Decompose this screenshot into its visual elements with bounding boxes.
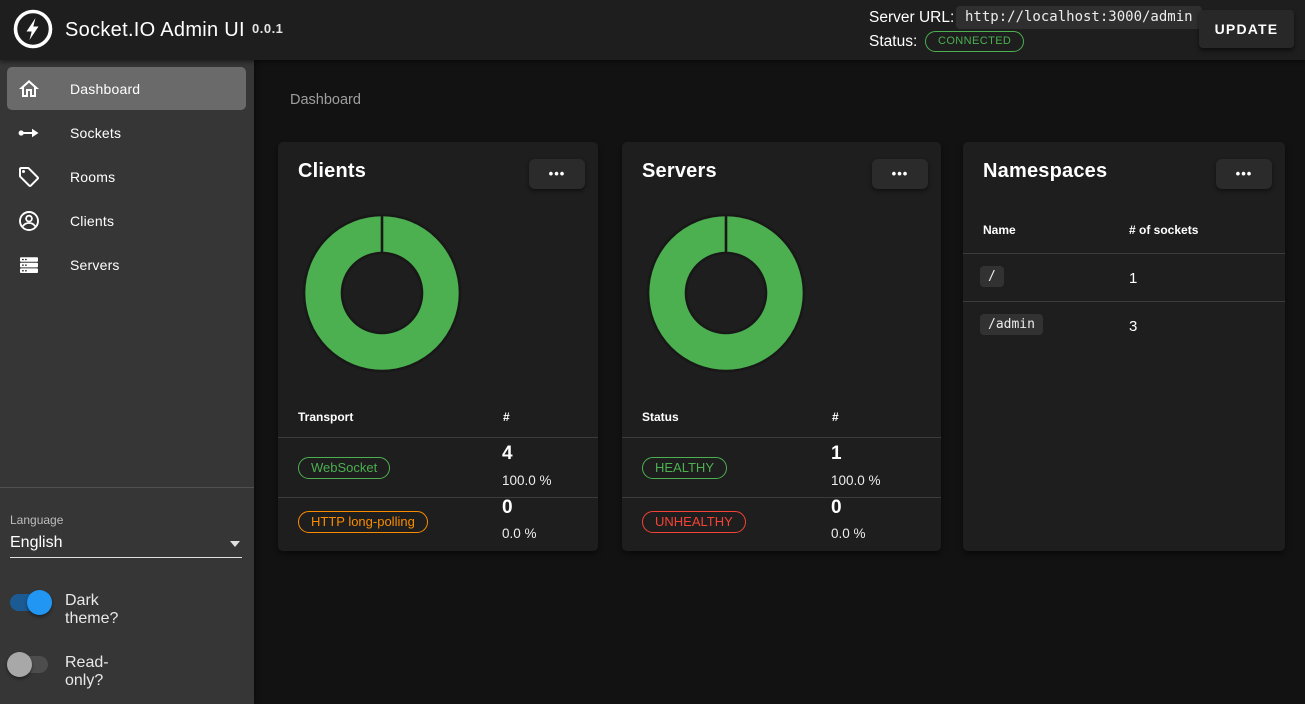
socket-count: 1 bbox=[1129, 270, 1137, 287]
app-version: 0.0.1 bbox=[252, 21, 283, 36]
status-badge: HEALTHY bbox=[642, 457, 727, 479]
column-header: # of sockets bbox=[1129, 223, 1198, 237]
sidebar-item-sockets[interactable]: Sockets bbox=[7, 111, 246, 154]
clients-donut-chart bbox=[302, 213, 462, 373]
sidebar-item-label: Sockets bbox=[70, 125, 121, 141]
server-url-value[interactable]: http://localhost:3000/admin bbox=[956, 6, 1202, 29]
row-percent: 0.0 % bbox=[831, 526, 866, 541]
clients-card: Clients ••• Transport # WebSocket 4 100.… bbox=[278, 142, 598, 551]
row-divider bbox=[963, 301, 1285, 302]
status-badge: CONNECTED bbox=[925, 31, 1024, 52]
sidebar-item-label: Servers bbox=[70, 257, 120, 273]
card-title: Clients bbox=[298, 160, 366, 183]
row-divider bbox=[278, 437, 598, 438]
socketio-logo-icon bbox=[13, 9, 53, 49]
language-value: English bbox=[10, 534, 62, 551]
sidebar-item-label: Rooms bbox=[70, 169, 115, 185]
row-divider bbox=[963, 253, 1285, 254]
server-url-label: Server URL: bbox=[869, 9, 954, 27]
namespace-chip: / bbox=[980, 266, 1004, 287]
column-header: Name bbox=[983, 223, 1016, 237]
transport-badge: HTTP long-polling bbox=[298, 511, 428, 533]
card-title: Servers bbox=[642, 160, 717, 183]
toggle-thumb bbox=[27, 590, 52, 615]
column-header: Status bbox=[642, 410, 679, 424]
status-badge: UNHEALTHY bbox=[642, 511, 746, 533]
transport-badge: WebSocket bbox=[298, 457, 390, 479]
socket-count: 3 bbox=[1129, 318, 1137, 335]
language-label: Language bbox=[10, 513, 63, 527]
row-divider bbox=[622, 497, 941, 498]
row-count: 1 bbox=[831, 443, 842, 465]
dark-theme-label: Dark theme? bbox=[65, 592, 118, 628]
update-button[interactable]: UPDATE bbox=[1199, 10, 1294, 48]
server-icon bbox=[17, 253, 41, 277]
tag-icon bbox=[17, 165, 41, 189]
row-percent: 0.0 % bbox=[502, 526, 537, 541]
sidebar: Dashboard Sockets Rooms Clients bbox=[0, 60, 254, 704]
row-count: 0 bbox=[831, 497, 842, 519]
column-header: # bbox=[503, 410, 510, 424]
account-circle-icon bbox=[17, 209, 41, 233]
chevron-down-icon bbox=[230, 541, 240, 547]
column-header: # bbox=[832, 410, 839, 424]
app-title: Socket.IO Admin UI bbox=[65, 0, 245, 60]
language-select[interactable]: English bbox=[10, 530, 242, 558]
main-content: Dashboard Clients ••• Transport # WebSoc… bbox=[254, 60, 1305, 704]
row-percent: 100.0 % bbox=[831, 473, 881, 488]
breadcrumb: Dashboard bbox=[290, 92, 361, 108]
sidebar-item-label: Dashboard bbox=[70, 81, 140, 97]
row-percent: 100.0 % bbox=[502, 473, 552, 488]
sidebar-item-rooms[interactable]: Rooms bbox=[7, 155, 246, 198]
app-header: Socket.IO Admin UI 0.0.1 Server URL: htt… bbox=[0, 0, 1305, 60]
toggle-thumb bbox=[7, 652, 32, 677]
servers-card: Servers ••• Status # HEALTHY 1 100.0 % U… bbox=[622, 142, 941, 551]
home-icon bbox=[17, 77, 41, 101]
row-count: 0 bbox=[502, 497, 513, 519]
column-header: Transport bbox=[298, 410, 353, 424]
sidebar-item-dashboard[interactable]: Dashboard bbox=[7, 67, 246, 110]
sidebar-item-clients[interactable]: Clients bbox=[7, 199, 246, 242]
status-label: Status: bbox=[869, 33, 917, 51]
ray-arrow-icon bbox=[17, 121, 41, 145]
sidebar-divider bbox=[0, 487, 254, 488]
card-title: Namespaces bbox=[983, 160, 1107, 183]
readonly-label: Read-only? bbox=[65, 654, 109, 690]
more-menu-icon[interactable]: ••• bbox=[529, 159, 585, 189]
row-divider bbox=[278, 497, 598, 498]
more-menu-icon[interactable]: ••• bbox=[872, 159, 928, 189]
sidebar-item-label: Clients bbox=[70, 213, 114, 229]
more-menu-icon[interactable]: ••• bbox=[1216, 159, 1272, 189]
namespaces-card: Namespaces ••• Name # of sockets / 1 /ad… bbox=[963, 142, 1285, 551]
namespace-chip: /admin bbox=[980, 314, 1043, 335]
sidebar-item-servers[interactable]: Servers bbox=[7, 243, 246, 286]
servers-donut-chart bbox=[646, 213, 806, 373]
row-count: 4 bbox=[502, 443, 513, 465]
row-divider bbox=[622, 437, 941, 438]
